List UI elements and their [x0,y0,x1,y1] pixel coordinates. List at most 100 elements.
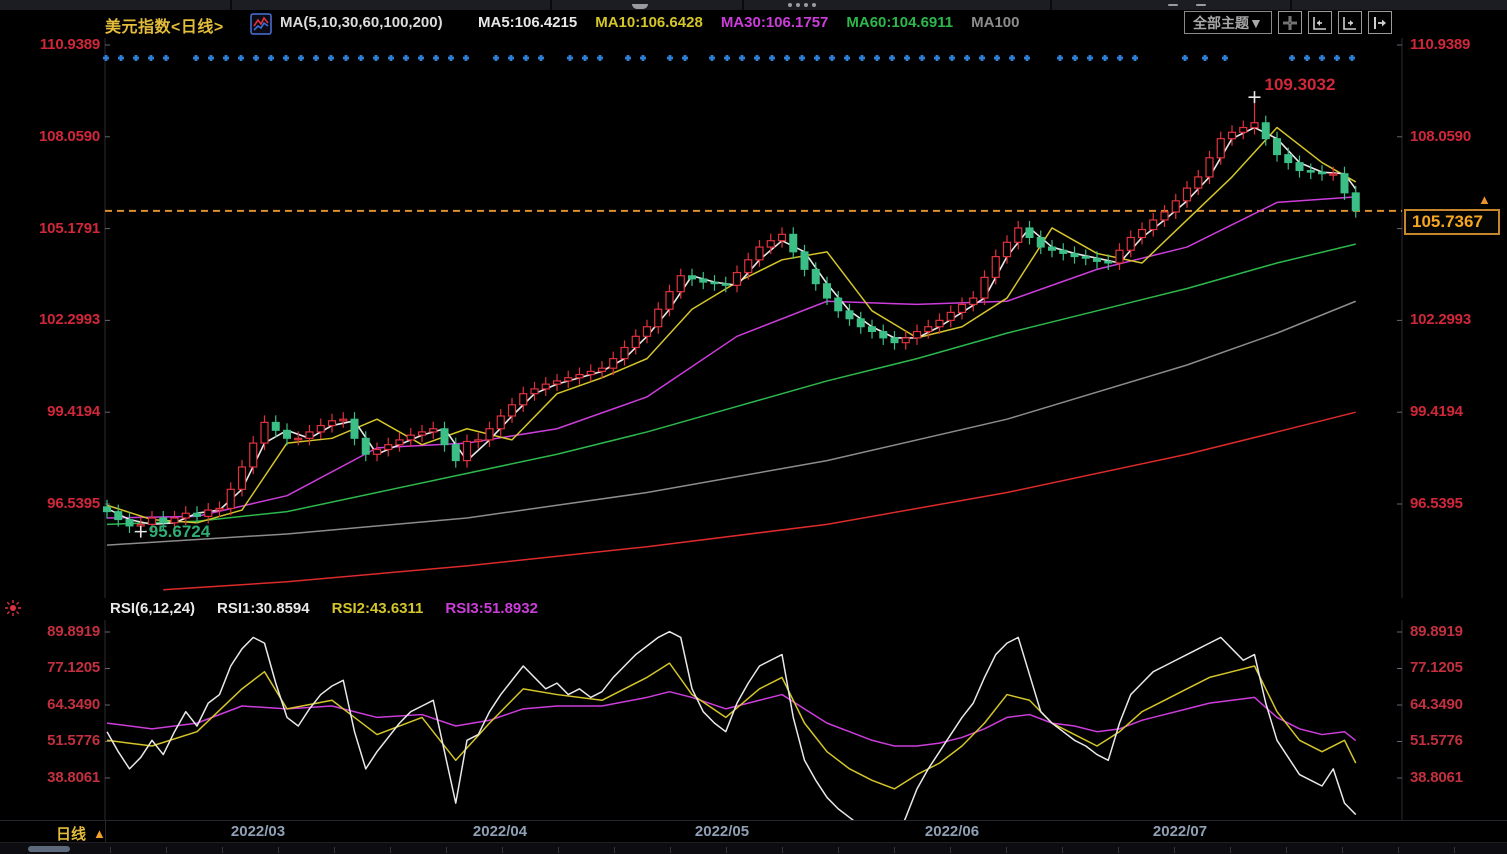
scrollbar-thumb[interactable] [28,846,70,852]
event-marker-dot [343,55,349,61]
candle-up [912,324,922,345]
event-marker-dot [1319,55,1325,61]
event-marker-dot [1182,55,1188,61]
price-axis-label: 96.5395 [47,494,100,512]
date-tick-label: 2022/07 [1152,823,1208,840]
rsi-value-label: RSI2:43.6311 [331,600,424,617]
scrollbar-tick [782,847,783,853]
scrollbar-tick [166,847,167,853]
candle-up [474,432,483,449]
event-marker-dot [859,55,865,61]
rsi-indicator-chart[interactable] [0,620,1507,820]
candle-down [1318,165,1326,181]
extreme-cross-marker [1248,91,1261,104]
date-tick-label: 2022/03 [230,823,286,840]
event-marker-dot [1202,55,1208,61]
ma-value-label: MA60:104.6911 [846,14,954,31]
kline-style-icon[interactable] [250,13,272,40]
candle-up [530,381,539,401]
event-marker-dot [133,55,139,61]
event-marker-dot [1009,55,1015,61]
candle-down [1284,147,1293,170]
candle-up [496,408,505,436]
candle-down [789,227,798,259]
candle-up [462,434,472,468]
top-toolbar-remnant [0,0,1507,10]
rsi1-line [106,630,1357,820]
event-marker-dot [193,55,199,61]
pan-right-icon[interactable] [1367,11,1392,34]
scrollbar-tick [670,847,671,853]
scrollbar-tick [334,847,335,853]
symbol-title[interactable]: 美元指数<日线> [105,13,224,37]
event-marker-dot [724,55,730,61]
price-axis-label: 89.8919 [1410,623,1463,640]
bottom-scrollbar[interactable] [0,842,1507,854]
candle-up [1115,243,1124,271]
scrollbar-tick [110,847,111,853]
event-marker-dot [433,55,439,61]
ma-line-ma10 [106,126,1357,524]
rsi-header: RSI(6,12,24) RSI1:30.8594 RSI2:43.6311 RSI3… [0,598,1507,620]
price-axis-label: 64.3490 [47,695,100,713]
candle-down [868,319,876,339]
scrollbar-tick [1230,847,1231,853]
candle-up [654,302,663,334]
event-marker-dot [667,55,673,61]
crosshair-expand-icon[interactable] [1277,11,1302,34]
ma-line-ma200 [163,411,1356,591]
candle-up [597,361,607,379]
event-marker-dot [1024,55,1030,61]
scrollbar-tick [726,847,727,853]
candle-down [361,431,370,462]
event-marker-dot [508,55,514,61]
event-marker-dot [625,55,631,61]
compress-x-axis-icon[interactable] [1307,11,1332,34]
event-marker-dot [949,55,955,61]
event-marker-dot [874,55,880,61]
candle-down [1059,243,1068,261]
event-marker-dot [1102,55,1108,61]
event-marker-dot [298,55,304,61]
scrollbar-tick [614,847,615,853]
candle-up [395,432,404,452]
scrollbar-tick [558,847,559,853]
event-marker-dot [463,55,469,61]
ma-line-ma5 [106,126,1357,526]
candle-up [552,373,562,392]
candle-down [1340,166,1349,200]
ma-settings-label[interactable]: MA(5,10,30,60,100,200) [280,14,443,31]
rsi-readouts: RSI(6,12,24) RSI1:30.8594 RSI2:43.6311 RSI3… [110,600,538,617]
candle-up [946,305,955,328]
expand-x-axis-icon[interactable] [1337,11,1362,34]
date-tick-label: 2022/04 [472,823,528,840]
event-marker-dot [640,55,646,61]
candle-down [1048,240,1056,258]
event-marker-dot [919,55,925,61]
scrollbar-tick [1006,847,1007,853]
event-marker-dot [799,55,805,61]
candle-up [575,367,584,385]
candle-up [1160,204,1169,227]
candle-up [1002,235,1012,264]
event-marker-dot [118,55,124,61]
event-marker-dot [1304,55,1310,61]
main-price-chart[interactable] [0,38,1507,598]
candle-down [1261,115,1270,146]
theme-dropdown-button[interactable]: 全部主题▼ [1184,11,1272,34]
rsi2-line [106,662,1357,790]
scrollbar-tick [1286,847,1287,853]
candle-down [879,324,888,345]
candle-up [215,501,224,518]
price-axis-label: 38.8061 [47,768,100,786]
candle-up [316,418,325,439]
period-selector[interactable]: 日线 ▲ [56,823,106,844]
event-marker-dot [964,55,970,61]
candle-down [1025,220,1034,245]
price-axis-label: 110.9389 [1410,36,1471,53]
candle-up [429,421,438,439]
price-axis-label: 38.8061 [1410,768,1463,786]
candle-down [350,412,359,446]
low-annotation: 95.6724 [148,521,211,541]
event-marker-dot [709,55,715,61]
